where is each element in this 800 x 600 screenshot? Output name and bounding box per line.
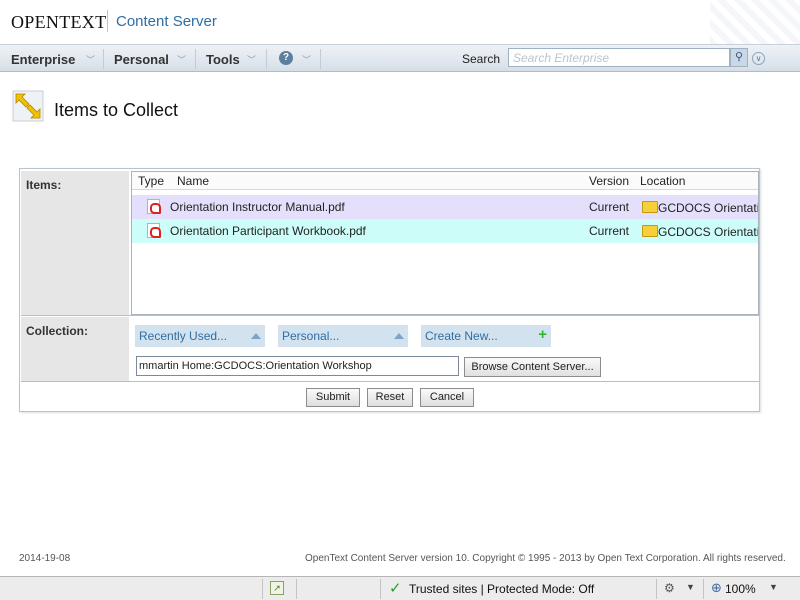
submit-button[interactable]: Submit: [306, 388, 360, 407]
column-header-name[interactable]: Name: [177, 174, 209, 188]
chevron-down-icon[interactable]: ﹀: [247, 53, 256, 66]
table-row[interactable]: Orientation Instructor Manual.pdf Curren…: [132, 195, 758, 219]
protected-mode-icon[interactable]: ⚙: [664, 581, 675, 595]
collect-arrows-icon: [12, 90, 44, 122]
nav-divider: [103, 49, 104, 69]
search-label: Search: [462, 52, 501, 66]
column-header-type[interactable]: Type: [138, 174, 164, 188]
chevron-down-icon[interactable]: ▼: [769, 582, 778, 592]
nav-divider: [266, 49, 267, 69]
item-version: Current: [589, 200, 630, 214]
items-label: Items:: [21, 171, 129, 315]
status-divider: [296, 579, 297, 599]
zoom-icon[interactable]: ⊕: [711, 580, 722, 596]
security-zone-status[interactable]: Trusted sites | Protected Mode: Off: [409, 582, 594, 596]
footer-copyright: OpenText Content Server version 10. Copy…: [305, 553, 786, 564]
page-title: Items to Collect: [54, 100, 179, 120]
search-icon[interactable]: ⚲: [730, 48, 748, 67]
plus-icon: +: [538, 326, 547, 343]
nav-divider: [320, 49, 321, 69]
browser-status-bar: ↗ ✓ Trusted sites | Protected Mode: Off …: [0, 576, 800, 600]
browse-content-server-button[interactable]: Browse Content Server...: [464, 357, 601, 377]
chevron-down-icon[interactable]: ▼: [686, 582, 695, 592]
row-divider: [21, 315, 759, 316]
row-divider: [21, 381, 759, 382]
cancel-button[interactable]: Cancel: [420, 388, 474, 407]
opentext-logo[interactable]: OPENTEXT: [11, 12, 106, 33]
item-version: Current: [589, 224, 630, 238]
search-options-icon[interactable]: ∨: [752, 52, 765, 65]
items-table-header: Type Name Version Location: [132, 172, 758, 190]
recently-used-label: Recently Used...: [139, 329, 228, 343]
chevron-down-icon[interactable]: ﹀: [302, 53, 311, 66]
nav-divider: [195, 49, 196, 69]
header-decoration: [710, 0, 800, 44]
create-new-dropdown[interactable]: Create New... +: [421, 325, 551, 347]
create-new-label: Create New...: [425, 329, 498, 343]
chevron-down-icon[interactable]: ﹀: [177, 53, 186, 66]
table-row[interactable]: Orientation Participant Workbook.pdf Cur…: [132, 219, 758, 243]
personal-label: Personal...: [282, 329, 340, 343]
collection-path-field[interactable]: [136, 356, 459, 376]
items-table: Type Name Version Location Orientation I…: [131, 171, 759, 315]
folder-icon: [642, 201, 658, 213]
item-location[interactable]: GCDOCS Orientation: [658, 201, 758, 215]
folder-icon: [642, 225, 658, 237]
pdf-icon: [147, 199, 161, 214]
personal-dropdown[interactable]: Personal...: [278, 325, 408, 347]
pdf-icon: [147, 223, 161, 238]
column-header-version[interactable]: Version: [589, 174, 629, 188]
search-input[interactable]: [508, 48, 730, 67]
reset-button[interactable]: Reset: [367, 388, 413, 407]
chevron-down-icon[interactable]: ﹀: [86, 53, 95, 66]
item-name[interactable]: Orientation Instructor Manual.pdf: [170, 200, 345, 214]
item-name[interactable]: Orientation Participant Workbook.pdf: [170, 224, 366, 238]
recently-used-dropdown[interactable]: Recently Used...: [135, 325, 265, 347]
page-status-icon[interactable]: ↗: [270, 581, 284, 595]
nav-personal[interactable]: Personal: [114, 52, 169, 67]
collection-label: Collection:: [21, 317, 129, 381]
help-icon[interactable]: ?: [279, 51, 293, 65]
nav-enterprise[interactable]: Enterprise: [11, 52, 75, 67]
app-header: OPENTEXT Content Server: [0, 0, 800, 44]
column-header-location[interactable]: Location: [640, 174, 685, 188]
item-location[interactable]: GCDOCS Orientation: [658, 225, 758, 239]
footer-date: 2014-19-08: [19, 553, 71, 564]
chevron-up-icon: [251, 333, 261, 339]
status-divider: [380, 579, 381, 599]
checkmark-icon: ✓: [389, 580, 402, 597]
collect-form: Items: Type Name Version Location Orient…: [19, 168, 760, 412]
status-divider: [703, 579, 704, 599]
logo-divider: [107, 10, 108, 32]
navigation-bar: Enterprise ﹀ Personal ﹀ Tools ﹀ ? ﹀ Sear…: [0, 44, 800, 72]
status-divider: [262, 579, 263, 599]
chevron-up-icon: [394, 333, 404, 339]
nav-tools[interactable]: Tools: [206, 52, 240, 67]
status-divider: [656, 579, 657, 599]
product-name: Content Server: [116, 13, 217, 30]
zoom-level[interactable]: 100%: [725, 582, 756, 596]
